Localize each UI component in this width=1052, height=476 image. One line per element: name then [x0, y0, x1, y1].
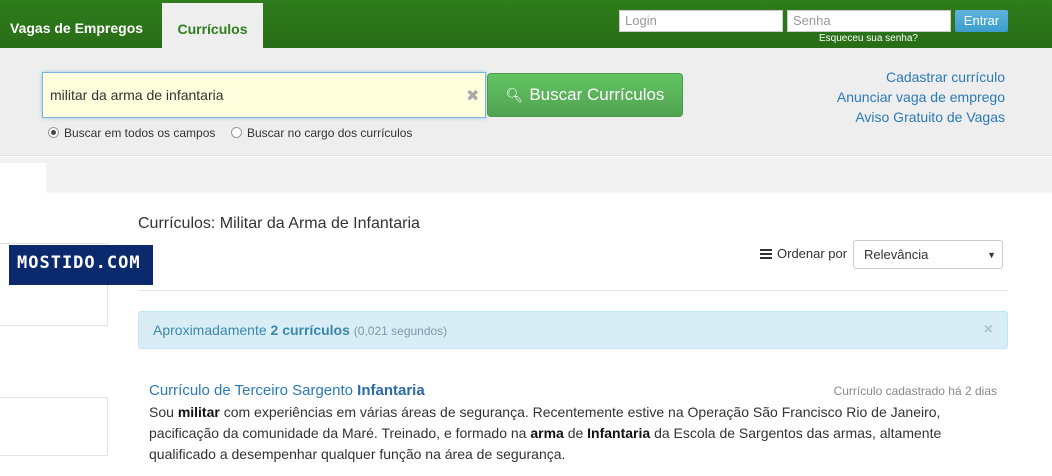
radio-dot [231, 127, 242, 138]
subnav-strip [0, 157, 1052, 193]
register-resume-link[interactable]: Cadastrar currículo [886, 69, 1005, 85]
order-select-value: Relevância [864, 247, 929, 262]
top-navbar: Vagas de Empregos Currículos Login Senha… [0, 0, 1052, 48]
search-panel: militar da arma de infantaria ✖ 🔍︎ Buscar… [0, 48, 1052, 156]
job-alert-link[interactable]: Aviso Gratuito de Vagas [855, 109, 1005, 125]
desc-text: de [563, 425, 588, 441]
result-description: Sou militar com experiências em várias á… [149, 402, 979, 465]
login-field[interactable]: Login [619, 10, 783, 32]
result-title-text: Currículo de Terceiro Sargento [149, 382, 353, 399]
desc-text: Sou [149, 404, 178, 420]
alert-prefix: Aproximadamente [153, 322, 267, 338]
page-title: Currículos: Militar da Arma de Infantari… [138, 215, 420, 232]
search-button-label: Buscar Currículos [529, 85, 665, 104]
post-job-link[interactable]: Anunciar vaga de emprego [837, 89, 1005, 105]
search-icon: 🔍︎ [505, 87, 524, 103]
chevron-down-icon: ▼ [987, 250, 996, 260]
desc-highlight: Infantaria [587, 425, 651, 441]
radio-dot [48, 127, 59, 138]
results-count: 2 currículos [270, 322, 350, 338]
radio-label: Buscar em todos os campos [64, 126, 216, 140]
subnav-tab [0, 163, 46, 193]
tab-resumes[interactable]: Currículos [162, 3, 263, 48]
search-time: (0,021 segundos) [353, 324, 448, 338]
close-icon[interactable]: × [984, 312, 993, 348]
clear-search-icon[interactable]: ✖ [466, 86, 479, 106]
radio-job-title[interactable]: Buscar no cargo dos currículos [231, 126, 412, 140]
divider [138, 290, 1008, 291]
search-button[interactable]: 🔍︎ Buscar Currículos [487, 73, 683, 117]
list-icon [760, 249, 772, 259]
order-label: Ordenar por [760, 246, 847, 261]
order-select[interactable]: Relevância ▼ [853, 240, 1003, 269]
search-input[interactable]: militar da arma de infantaria [42, 72, 486, 118]
result-date: Currículo cadastrado há 2 dias [833, 384, 997, 398]
tab-jobs[interactable]: Vagas de Empregos [0, 0, 153, 48]
desc-highlight: militar [177, 404, 220, 420]
login-button[interactable]: Entrar [955, 10, 1008, 32]
desc-highlight: arma [530, 425, 564, 441]
password-field[interactable]: Senha [787, 10, 951, 32]
order-label-text: Ordenar por [777, 246, 848, 261]
result-title-highlight: Infantaria [357, 382, 425, 399]
forgot-password-link[interactable]: Esqueceu sua senha? [819, 33, 918, 44]
radio-all-fields[interactable]: Buscar em todos os campos [48, 126, 215, 140]
left-panel-box [0, 397, 108, 456]
results-count-alert: Aproximadamente 2 currículos (0,021 segu… [138, 311, 1008, 349]
watermark-logo: MOSTIDO.COM [9, 245, 153, 285]
result-title-link[interactable]: Currículo de Terceiro Sargento Infantari… [149, 382, 425, 399]
radio-label: Buscar no cargo dos currículos [247, 126, 413, 140]
